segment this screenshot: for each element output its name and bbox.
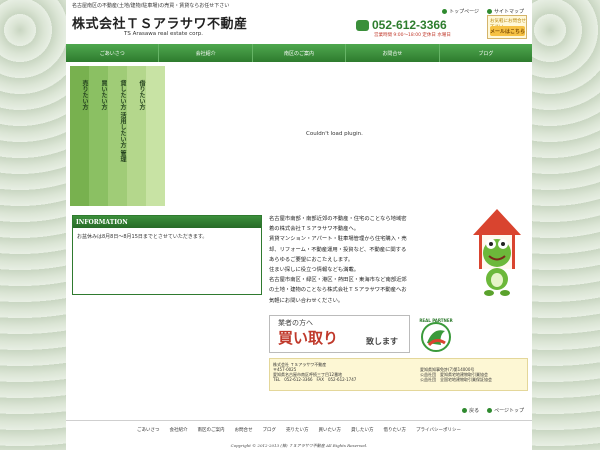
main-nav: ごあいさつ 会社紹介 南区のご案内 お問合せ ブログ — [66, 44, 532, 62]
business-hours: 営業時間 9:00〜18:00 定休日 水曜日 — [374, 33, 451, 38]
sitemap-link[interactable]: サイトマップ — [486, 8, 524, 15]
information-box: INFORMATION お盆休みは8月8日～8月15日までとさせていただきます。 — [72, 215, 262, 295]
description-line: あらゆるご要望におこたえします。 — [269, 256, 354, 263]
footer-nav: ごあいさつ 会社紹介 南区のご案内 お問合せ ブログ 売りたい方 買いたい方 貸… — [66, 420, 532, 438]
arrow-icon — [487, 408, 493, 413]
mail-contact-box: お気軽にお問合せ下さい メールはこちら — [487, 15, 527, 39]
arrow-icon — [486, 9, 492, 14]
copyright: Copyright © 2012-2013 (株) ＴＳアラサワ不動産 All … — [230, 443, 368, 448]
top-links: トップページ サイトマップ — [442, 8, 524, 15]
license-line: 公益社団 全国宅地建物取引業保証協会 — [420, 377, 492, 382]
description-line: 賃貸マンション・アパート・駐車場管理から住宅購入・売 — [269, 236, 407, 243]
plugin-error: Couldn't load plugin. — [306, 131, 363, 137]
footer-link-buy[interactable]: 買いたい方 — [319, 427, 342, 433]
footer-link-blog[interactable]: ブログ — [263, 427, 277, 433]
footer-link-company[interactable]: 会社紹介 — [170, 427, 188, 433]
vertical-menu: 売りたい方 買いたい方 貸したい方 活用したい方 管理 借りたい方 — [70, 66, 165, 206]
sitemap-link-label: サイトマップ — [493, 9, 524, 15]
footer-link-sell[interactable]: 売りたい方 — [286, 427, 309, 433]
back-link[interactable]: 戻る — [462, 407, 479, 414]
description-line: 却、リフォーム・不動産運用・投資など、不動産に関する — [269, 246, 407, 253]
arrow-icon — [442, 9, 448, 14]
description-line: 名古屋市南部・南部近郊の不動産・住宅のことなら地域密 — [269, 216, 407, 222]
company-logo-sub: TS Arasawa real estate corp. — [124, 31, 203, 37]
page-top-link-label: ページトップ — [494, 408, 524, 414]
phone-number: 052-612-3366 — [372, 18, 447, 32]
buyback-banner-tail: 致します — [366, 337, 398, 346]
top-page-link-label: トップページ — [449, 9, 479, 15]
tab-rent[interactable]: 借りたい方 — [127, 66, 146, 206]
background-right — [530, 0, 600, 450]
description-line: 気軽にお問い合わせください。 — [269, 297, 344, 304]
nav-blog[interactable]: ブログ — [440, 44, 532, 62]
header-tagline: 名古屋南区の不動産(土地/建物/駐車場)の売買・賃貸ならお任せ下さい — [72, 3, 230, 9]
description-line: 名古屋市南区・緑区・港区・熱田区・東海市など南部近郊 — [269, 277, 407, 284]
footer-link-lend[interactable]: 貸したい方 — [351, 427, 374, 433]
tab-lend[interactable]: 貸したい方 活用したい方 管理 — [108, 66, 127, 206]
background-left — [0, 0, 70, 450]
tab-blank — [146, 66, 165, 206]
information-text: お盆休みは8月8日～8月15日までとさせていただきます。 — [77, 234, 208, 240]
company-address-box: 株式会社 ＴＳアラサワ不動産 〒457-0025 愛知県名古屋市南区呼続三丁目1… — [269, 358, 528, 391]
description-line: の土地・建物のことなら株式会社ＴＳアラサワ不動産へお — [269, 287, 407, 294]
tab-sell[interactable]: 売りたい方 — [70, 66, 89, 206]
partner-label: REAL PARTNER — [419, 318, 452, 323]
bottom-links: 戻る ページトップ — [462, 407, 524, 414]
arrow-icon — [462, 408, 468, 413]
page-top-link[interactable]: ページトップ — [487, 407, 524, 414]
footer-link-greeting[interactable]: ごあいさつ — [137, 427, 160, 433]
buyback-banner[interactable]: 業者の方へ 買い取り 致します — [269, 315, 410, 353]
description-line: 住まい探しに役立つ情報なども満載。 — [269, 267, 360, 274]
mail-button[interactable]: メールはこちら — [490, 26, 525, 36]
description-line: 着の株式会社ＴＳアラサワ不動産へ。 — [269, 226, 360, 233]
footer-link-privacy[interactable]: プライバシーポリシー — [416, 427, 461, 433]
phone-icon — [356, 20, 369, 31]
footer-link-rent[interactable]: 借りたい方 — [384, 427, 407, 433]
nav-contact[interactable]: お問合せ — [346, 44, 440, 62]
information-heading: INFORMATION — [73, 216, 261, 228]
real-partner-badge[interactable]: REAL PARTNER — [419, 317, 453, 353]
tab-buy[interactable]: 買いたい方 — [89, 66, 108, 206]
footer-link-contact[interactable]: お問合せ — [235, 427, 253, 433]
page-container: 名古屋南区の不動産(土地/建物/駐車場)の売買・賃貸ならお任せ下さい 株式会社Ｔ… — [66, 0, 532, 450]
buyback-banner-main: 買い取り — [278, 329, 339, 347]
nav-company[interactable]: 会社紹介 — [159, 44, 253, 62]
top-page-link[interactable]: トップページ — [442, 8, 479, 15]
footer-link-minami-guide[interactable]: 南区のご案内 — [198, 427, 225, 433]
license-info: 愛知県知事免許(7)第14000号 公益社団 愛知県宅地建物取引業協会 公益社団… — [420, 367, 492, 382]
company-description: 名古屋市南部・南部近郊の不動産・住宅のことなら地域密 着の株式会社ＴＳアラサワ不… — [269, 214, 429, 306]
company-logo[interactable]: 株式会社ＴＳアラサワ不動産 — [72, 13, 248, 32]
back-link-label: 戻る — [469, 408, 480, 414]
nav-minami-guide[interactable]: 南区のご案内 — [253, 44, 347, 62]
frog-house-mascot — [473, 209, 521, 296]
nav-greeting[interactable]: ごあいさつ — [66, 44, 160, 62]
